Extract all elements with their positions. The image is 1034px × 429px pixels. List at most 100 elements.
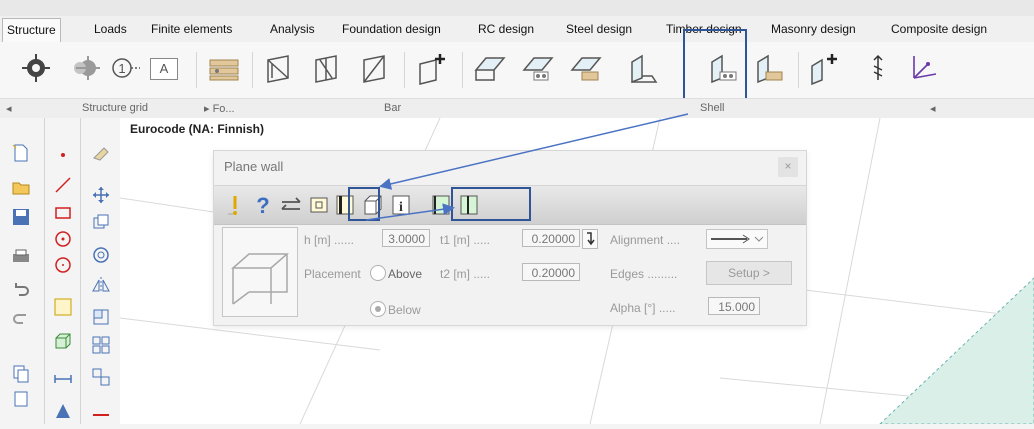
copy-move-tool[interactable] [90,212,112,234]
hint-button[interactable] [224,193,246,217]
ribbon-group-labels: ◂ Structure grid ▸ Fo... Bar Shell ◂ [0,98,1034,120]
crosshair-icon [22,54,50,82]
grid-move-button[interactable] [68,50,104,86]
coordinate-system-button[interactable] [906,50,942,86]
tab-rc-design[interactable]: RC design [478,20,534,38]
placement-above-radio[interactable] [370,265,386,281]
region-tool[interactable] [52,296,74,318]
point-icon [61,153,65,157]
info-button[interactable]: i [390,193,412,217]
tab-steel-design[interactable]: Steel design [566,20,632,38]
copy-move-icon [93,214,109,229]
undo-icon [15,283,29,296]
shell-plane-wall-button[interactable] [626,50,662,86]
bar-frame-icon [363,55,385,83]
tab-structure[interactable]: Structure [2,18,61,43]
circle-tool[interactable] [52,254,74,276]
circle-icon [55,257,71,273]
paste-button[interactable] [10,388,32,410]
shell-slab-support-button[interactable] [520,50,556,86]
rectangle-tool[interactable] [52,202,74,224]
dialog-close-button[interactable]: × [778,157,798,177]
shell-add-icon [811,54,837,86]
undo-button[interactable] [10,278,32,300]
foundation-button[interactable] [206,50,242,86]
plane-wall-dialog: Plane wall × ? i h [m] ...... 3.0000 t1 … [213,150,807,326]
triangle-icon [56,404,70,418]
rotate-tool[interactable] [90,244,112,266]
copy-button[interactable] [10,362,32,384]
tab-composite-design[interactable]: Composite design [891,20,987,38]
split-tool[interactable] [90,366,112,388]
wall-left-face-button[interactable] [430,193,452,217]
svg-text:?: ? [256,193,269,217]
shell-wall-profile-button[interactable] [752,50,788,86]
edges-setup-button[interactable]: Setup > [706,261,792,285]
bar-add-button[interactable] [414,50,450,86]
alignment-select[interactable] [706,229,768,249]
save-button[interactable] [10,206,32,228]
triangle-tool[interactable] [52,400,74,422]
tab-foundation-design[interactable]: Foundation design [342,20,441,38]
section-box-icon [310,197,328,213]
group-collapse-arrow[interactable]: ◂ [6,102,12,115]
thickness-link-button[interactable] [582,229,598,249]
text-box-icon: A [150,58,178,80]
placement-below-radio[interactable] [370,301,386,317]
line-tool[interactable] [52,174,74,196]
tab-finite-elements[interactable]: Finite elements [151,20,232,38]
bar-column-button[interactable] [262,50,298,86]
crosshair-faded-icon [74,56,100,80]
open-file-button[interactable] [10,176,32,198]
shell-add-button[interactable] [806,50,842,86]
swap-button[interactable] [280,193,302,217]
edges-label: Edges ......... [610,267,678,281]
help-button[interactable]: ? [252,193,274,218]
dialog-body: h [m] ...... 3.0000 t1 [m] ..... 0.20000… [222,227,798,319]
tab-masonry-design[interactable]: Masonry design [771,20,856,38]
arc-tool[interactable] [52,228,74,250]
alpha-input[interactable]: 15.000 [708,297,760,315]
t1-input[interactable]: 0.20000 [522,229,580,247]
grid-point-button[interactable] [18,50,54,86]
mirror-tool[interactable] [90,274,112,296]
group-label-structure-grid: Structure grid [82,102,149,114]
group-label-foundation: ▸ Fo... [204,103,235,115]
ribbon-separator [252,52,253,88]
point-tool[interactable] [52,144,74,166]
bar-beam-button[interactable] [310,50,346,86]
stretch-tool[interactable] [90,306,112,328]
axis-label-button[interactable]: 1 [108,50,144,86]
info-icon: i [392,195,410,215]
tab-analysis[interactable]: Analysis [270,20,315,38]
swap-arrows-icon [281,197,301,210]
new-file-icon [12,144,28,162]
support-button[interactable] [860,50,896,86]
new-file-button[interactable] [10,142,32,164]
group-collapse-arrow[interactable]: ◂ [930,102,936,115]
t2-input[interactable]: 0.20000 [522,263,580,281]
redo-button[interactable] [10,306,32,328]
bar-truss-button[interactable] [358,50,394,86]
move-tool[interactable] [90,184,112,206]
dimension-tool[interactable] [52,368,74,390]
group-expand-arrow[interactable]: ▸ [204,103,213,115]
array-tool[interactable] [90,334,112,356]
eraser-tool[interactable] [90,142,112,164]
section-button[interactable] [308,193,330,217]
shell-slab-profile-button[interactable] [568,50,604,86]
region-icon [54,298,72,316]
text-button[interactable]: A [146,50,182,86]
shell-slab-button[interactable] [472,50,508,86]
wall-face-highlight [451,187,531,221]
print-button[interactable] [10,246,32,268]
shell-plate-icon [570,57,602,81]
h-input[interactable]: 3.0000 [382,229,430,247]
svg-text:i: i [399,200,403,215]
t2-label: t2 [m] ..... [440,267,491,281]
line-red-tool[interactable] [90,404,112,426]
solid-tool[interactable] [52,330,74,352]
ribbon-separator [462,52,463,88]
bar-frame-icon [315,55,337,83]
tab-loads[interactable]: Loads [94,20,127,38]
